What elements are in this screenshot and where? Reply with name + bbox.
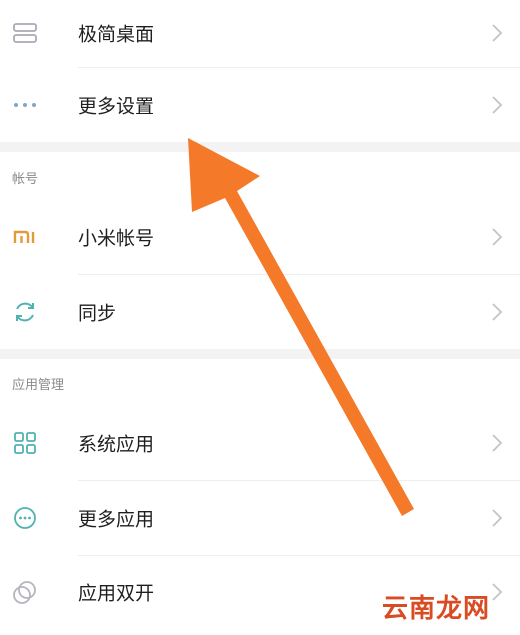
list-item-system-apps[interactable]: 系统应用 bbox=[0, 406, 520, 480]
chevron-right-icon bbox=[492, 583, 503, 601]
chevron-right-icon bbox=[492, 303, 503, 321]
list-item-more-settings[interactable]: 更多设置 bbox=[0, 68, 520, 142]
section-gap bbox=[0, 142, 520, 152]
list-item-label: 更多应用 bbox=[78, 508, 155, 531]
list-item-label: 更多设置 bbox=[78, 95, 155, 118]
more-circle-icon bbox=[12, 505, 38, 531]
list-item-label: 小米帐号 bbox=[78, 227, 155, 250]
list-item-label: 极简桌面 bbox=[78, 23, 155, 46]
chevron-right-icon bbox=[492, 434, 503, 452]
grid-apps-icon bbox=[12, 430, 38, 456]
list-item-sync[interactable]: 同步 bbox=[0, 275, 520, 349]
list-item-more-apps[interactable]: 更多应用 bbox=[0, 481, 520, 555]
section-gap bbox=[0, 349, 520, 359]
chevron-right-icon bbox=[492, 24, 503, 42]
chevron-right-icon bbox=[492, 228, 503, 246]
list-item-label: 系统应用 bbox=[78, 433, 155, 456]
list-item-minimal-desktop[interactable]: 极简桌面 bbox=[0, 0, 520, 66]
section-title-app-management: 应用管理 bbox=[12, 378, 65, 393]
list-item-mi-account[interactable]: 小米帐号 bbox=[0, 200, 520, 274]
mi-logo-icon bbox=[12, 224, 38, 250]
watermark: 云南龙网 bbox=[381, 594, 490, 624]
chevron-right-icon bbox=[492, 509, 503, 527]
chevron-right-icon bbox=[492, 96, 503, 114]
list-item-label: 同步 bbox=[78, 302, 117, 325]
dual-circle-icon bbox=[12, 579, 38, 605]
list-item-label: 应用双开 bbox=[78, 582, 155, 605]
more-dots-icon bbox=[12, 92, 38, 118]
sync-icon bbox=[12, 299, 38, 325]
section-title-account: 帐号 bbox=[12, 172, 39, 187]
layers-icon bbox=[12, 20, 38, 46]
